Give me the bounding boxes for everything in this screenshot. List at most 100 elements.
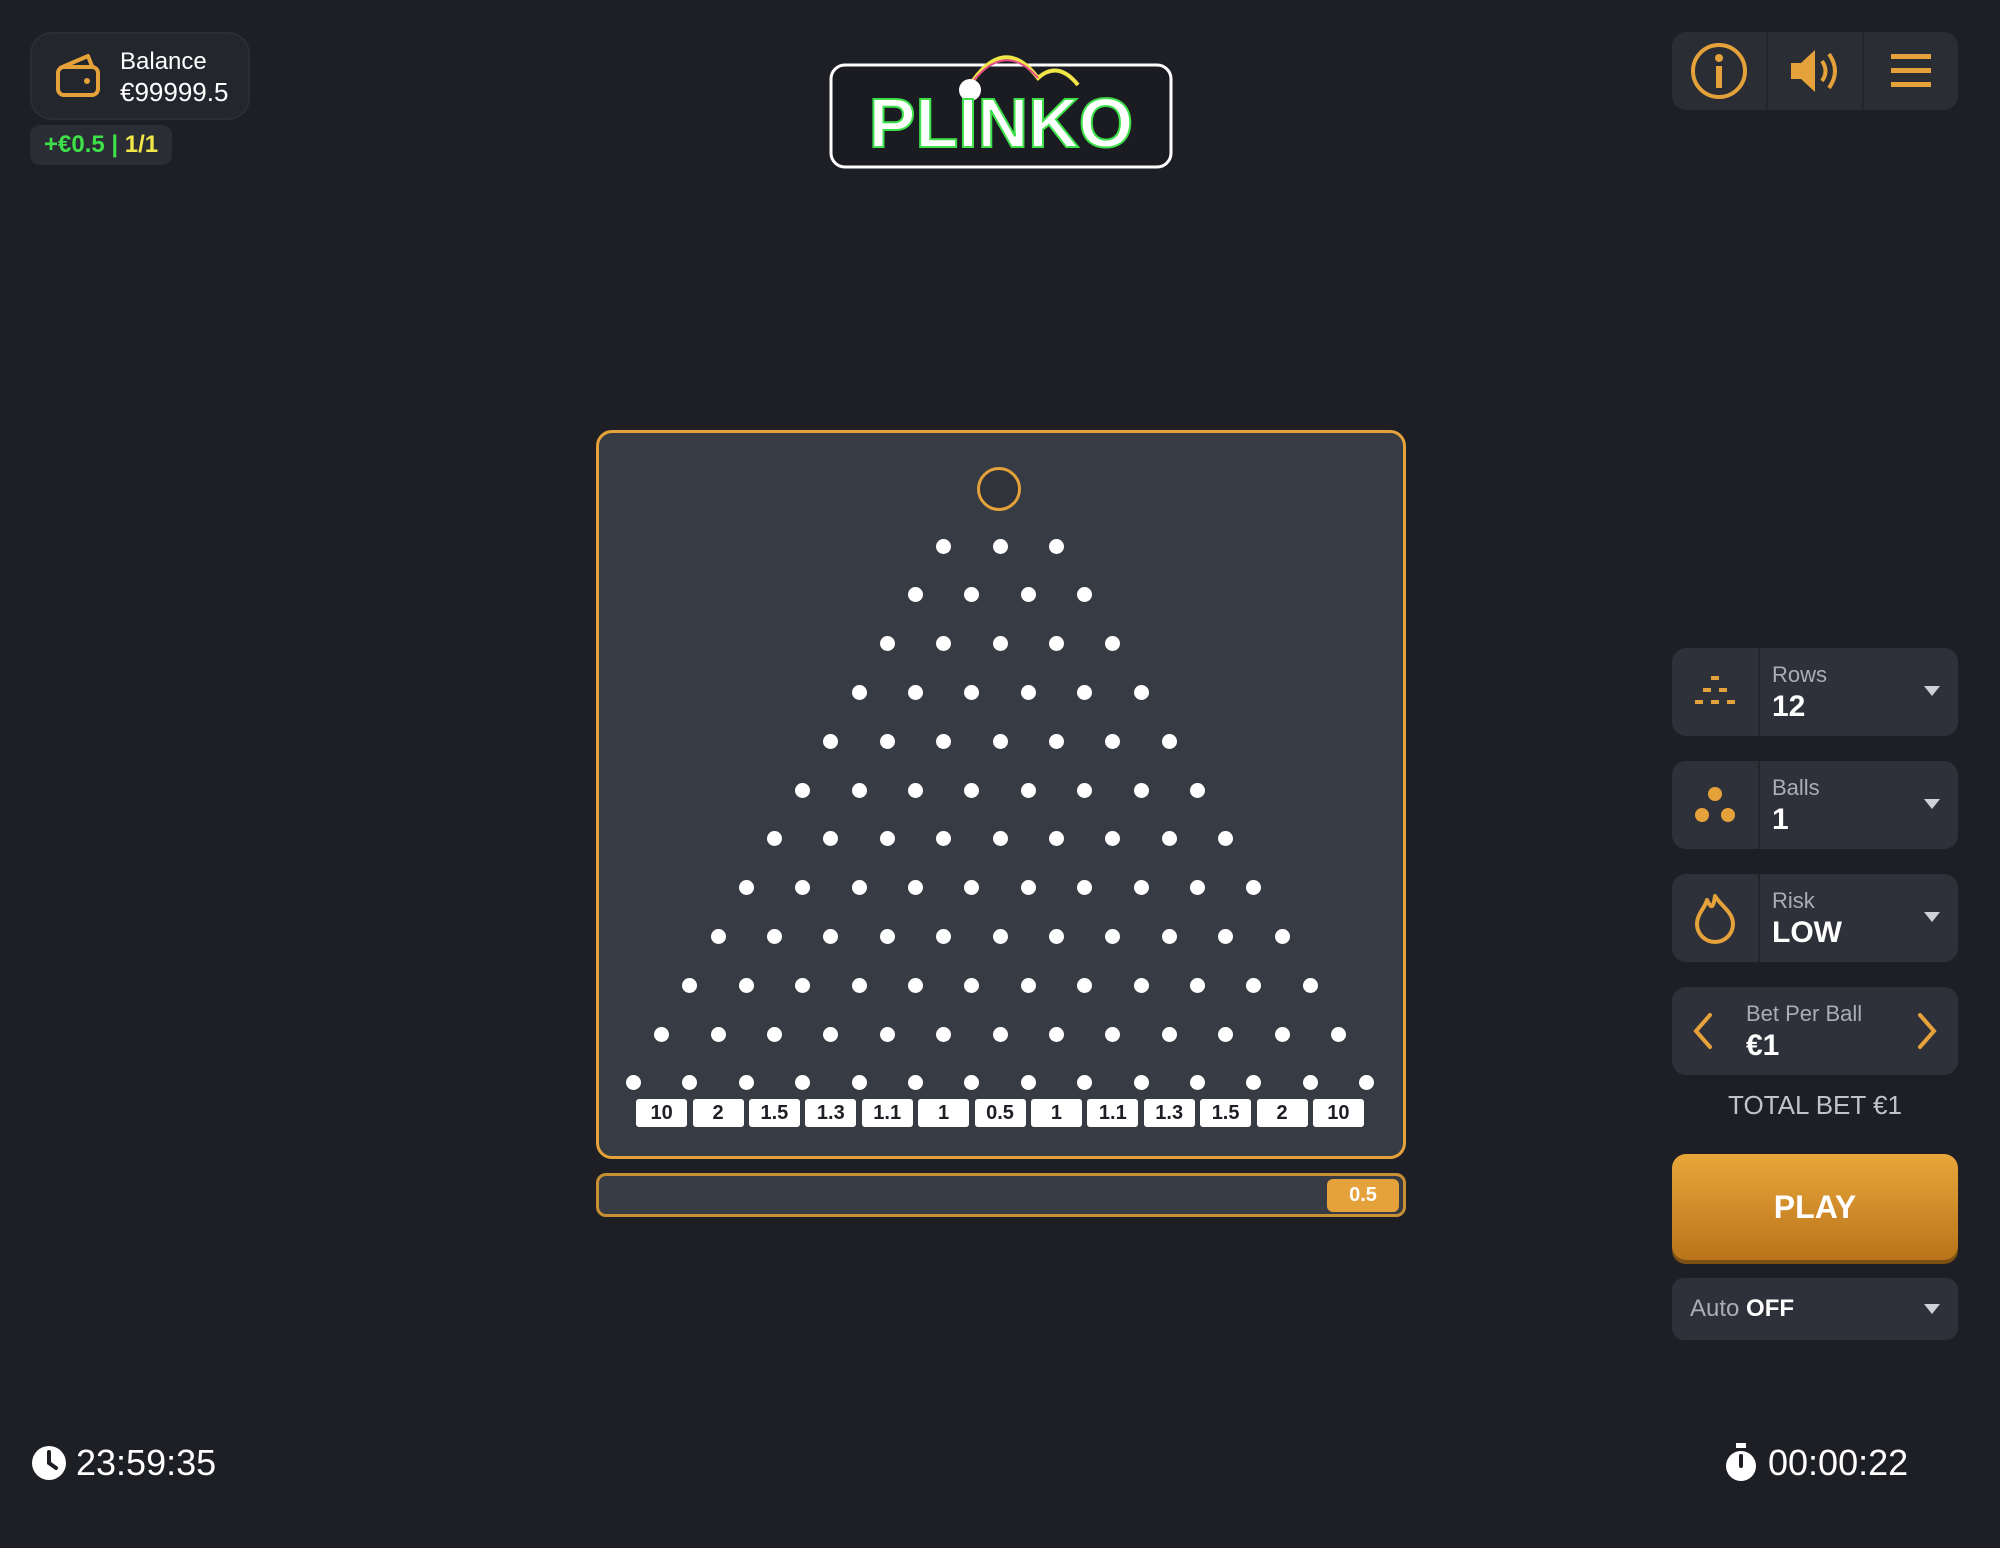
multiplier-slot: 10 bbox=[1312, 1099, 1364, 1127]
last-win-count: 1/1 bbox=[124, 131, 159, 158]
plinko-logo: PLINKO bbox=[829, 55, 1173, 169]
auto-value: OFF bbox=[1746, 1295, 1795, 1322]
peg bbox=[1330, 1026, 1346, 1042]
multiplier-slot: 0.5 bbox=[974, 1099, 1026, 1127]
peg bbox=[1189, 977, 1205, 993]
rows-select[interactable]: Rows 12 bbox=[1672, 648, 1958, 736]
peg bbox=[1189, 782, 1205, 798]
peg bbox=[907, 684, 923, 700]
balance-label: Balance bbox=[120, 48, 207, 75]
logo-text: PLINKO bbox=[869, 84, 1133, 162]
session-timer-value: 00:00:22 bbox=[1768, 1442, 1909, 1483]
multiplier-slot: 1.1 bbox=[861, 1099, 913, 1127]
peg bbox=[1020, 880, 1036, 896]
peg bbox=[851, 1075, 867, 1091]
chevron-down-icon bbox=[1924, 686, 1940, 696]
multiplier-slot: 2 bbox=[1256, 1099, 1308, 1127]
peg bbox=[1161, 1026, 1177, 1042]
total-bet: TOTAL BET €1 bbox=[1728, 1090, 1902, 1120]
menu-button[interactable] bbox=[1864, 32, 1958, 110]
wallet-icon bbox=[56, 54, 100, 97]
info-button[interactable] bbox=[1672, 32, 1768, 110]
peg bbox=[654, 1026, 670, 1042]
balance-box: Balance €99999.5 bbox=[30, 32, 250, 120]
peg bbox=[1077, 977, 1093, 993]
auto-play-select[interactable]: Auto OFF bbox=[1672, 1278, 1958, 1340]
chevron-down-icon bbox=[1924, 1304, 1940, 1314]
peg bbox=[1218, 928, 1234, 944]
multiplier-slot: 1.3 bbox=[805, 1099, 857, 1127]
peg bbox=[964, 782, 980, 798]
peg bbox=[851, 684, 867, 700]
peg bbox=[907, 977, 923, 993]
session-timer: 00:00:22 bbox=[1724, 1442, 1908, 1484]
info-icon bbox=[1691, 43, 1747, 99]
peg bbox=[851, 977, 867, 993]
peg bbox=[710, 1026, 726, 1042]
peg bbox=[1246, 977, 1262, 993]
ball-drop-point bbox=[977, 467, 1021, 511]
peg bbox=[936, 538, 952, 554]
risk-select[interactable]: Risk LOW bbox=[1672, 874, 1958, 962]
clock: 23:59:35 bbox=[30, 1442, 216, 1484]
multiplier-slot: 1.3 bbox=[1143, 1099, 1195, 1127]
peg bbox=[1105, 1026, 1121, 1042]
peg bbox=[992, 733, 1008, 749]
header-buttons bbox=[1672, 32, 1958, 110]
multiplier-slot: 10 bbox=[636, 1099, 688, 1127]
bet-value: €1 bbox=[1746, 1029, 1780, 1062]
peg bbox=[907, 880, 923, 896]
chevron-right-icon[interactable] bbox=[1912, 1011, 1942, 1051]
multiplier-slot: 1.5 bbox=[1200, 1099, 1252, 1127]
peg bbox=[1048, 1026, 1064, 1042]
peg bbox=[766, 928, 782, 944]
peg bbox=[992, 1026, 1008, 1042]
results-history-bar: 0.5 bbox=[596, 1173, 1406, 1217]
peg bbox=[1048, 636, 1064, 652]
chevron-left-icon[interactable] bbox=[1688, 1011, 1718, 1051]
peg bbox=[795, 782, 811, 798]
peg bbox=[1048, 928, 1064, 944]
clock-icon bbox=[32, 1446, 66, 1480]
peg bbox=[1161, 831, 1177, 847]
peg bbox=[823, 1026, 839, 1042]
peg bbox=[1274, 1026, 1290, 1042]
peg bbox=[936, 928, 952, 944]
rows-value: 12 bbox=[1772, 690, 1806, 723]
peg bbox=[879, 928, 895, 944]
multiplier-slot: 2 bbox=[692, 1099, 744, 1127]
peg bbox=[1077, 684, 1093, 700]
multiplier-slot: 1.5 bbox=[748, 1099, 800, 1127]
peg bbox=[1020, 977, 1036, 993]
peg bbox=[682, 977, 698, 993]
sound-button[interactable] bbox=[1768, 32, 1864, 110]
balls-select[interactable]: Balls 1 bbox=[1672, 761, 1958, 849]
peg bbox=[907, 782, 923, 798]
peg bbox=[1020, 782, 1036, 798]
peg bbox=[879, 1026, 895, 1042]
peg bbox=[1218, 1026, 1234, 1042]
peg bbox=[1133, 977, 1149, 993]
menu-icon bbox=[1891, 54, 1931, 87]
balance-value: €99999.5 bbox=[120, 77, 229, 107]
peg bbox=[1302, 977, 1318, 993]
peg bbox=[795, 977, 811, 993]
history-result-chip: 0.5 bbox=[1327, 1179, 1399, 1212]
peg bbox=[1133, 1075, 1149, 1091]
peg bbox=[936, 1026, 952, 1042]
peg bbox=[1133, 782, 1149, 798]
chevron-down-icon bbox=[1924, 799, 1940, 809]
rows-label: Rows bbox=[1772, 662, 1828, 687]
peg bbox=[823, 733, 839, 749]
play-button[interactable]: PLAY bbox=[1672, 1154, 1958, 1260]
speaker-icon bbox=[1791, 50, 1837, 92]
risk-value: LOW bbox=[1772, 916, 1842, 949]
peg bbox=[1020, 587, 1036, 603]
peg bbox=[992, 831, 1008, 847]
peg bbox=[1274, 928, 1290, 944]
peg bbox=[738, 880, 754, 896]
peg bbox=[1189, 880, 1205, 896]
peg bbox=[1077, 782, 1093, 798]
peg bbox=[1020, 684, 1036, 700]
peg bbox=[964, 977, 980, 993]
